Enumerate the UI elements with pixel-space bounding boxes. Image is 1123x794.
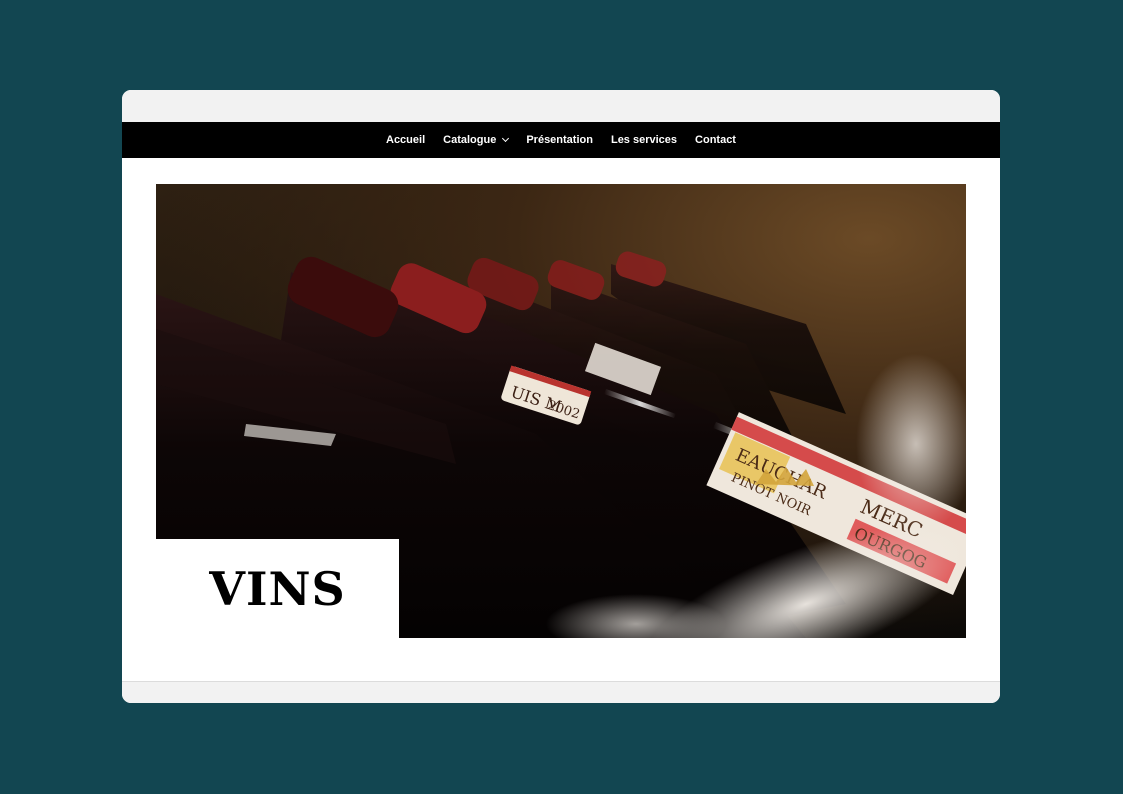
nav-item-label: Les services — [610, 134, 678, 146]
nav-item-label: Présentation — [526, 134, 593, 146]
nav-item-label: Catalogue — [443, 134, 497, 146]
browser-top-bar — [122, 90, 1000, 122]
chevron-down-icon — [502, 134, 510, 143]
nav-item-contact[interactable]: Contact — [695, 134, 736, 146]
nav-item-les-services[interactable]: Les services — [611, 134, 677, 146]
page-title: VINS — [209, 561, 346, 616]
nav-item-label: Contact — [695, 134, 736, 146]
page-title-box: VINS — [156, 539, 399, 638]
nav-item-label: Accueil — [386, 134, 426, 146]
browser-window: Accueil Catalogue Présentation Les servi… — [122, 90, 1000, 703]
browser-bottom-bar — [122, 681, 1000, 703]
nav-item-presentation[interactable]: Présentation — [526, 134, 593, 146]
main-navigation: Accueil Catalogue Présentation Les servi… — [122, 122, 1000, 158]
nav-item-catalogue[interactable]: Catalogue — [443, 134, 510, 146]
nav-item-accueil[interactable]: Accueil — [386, 134, 425, 146]
